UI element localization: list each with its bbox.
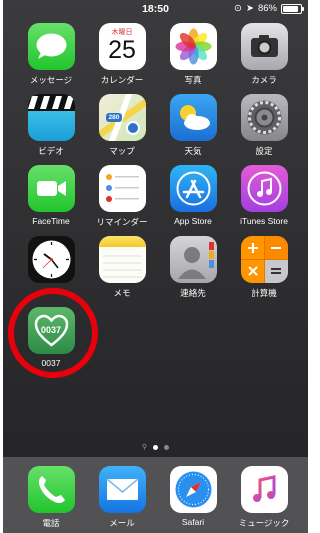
- dock-mail[interactable]: メール: [87, 466, 157, 529]
- app-photos[interactable]: 写真: [158, 23, 228, 86]
- battery-fill: [283, 5, 298, 12]
- dock-safari[interactable]: Safari: [158, 466, 228, 527]
- app-label: FaceTime: [32, 216, 70, 226]
- home-screen: 18:50 ⊙ ➤ 86% メッセージ 木曜日 25 カレンダー 写真 カメラ …: [3, 0, 308, 533]
- app-facetime[interactable]: FaceTime: [16, 165, 86, 226]
- camera-icon: [240, 23, 288, 70]
- dock-phone[interactable]: 電話: [16, 466, 86, 529]
- alarm-icon: ⊙: [234, 3, 243, 14]
- battery-percent: 86%: [257, 3, 277, 14]
- app-label: 写真: [184, 75, 202, 85]
- app-label: ビデオ: [38, 146, 64, 156]
- app-settings[interactable]: 設定: [229, 94, 299, 157]
- page-dot-active: [153, 445, 159, 450]
- status-right: ⊙ ➤ 86%: [234, 3, 304, 14]
- settings-icon: [240, 94, 288, 141]
- page-indicator[interactable]: ⚲: [3, 444, 308, 451]
- app-label: カレンダー: [100, 75, 144, 85]
- app-label: メール: [109, 518, 135, 528]
- app-label: Safari: [181, 517, 205, 527]
- phone-icon: [27, 466, 75, 513]
- highlight-circle: [8, 288, 98, 378]
- app-notes[interactable]: メモ: [87, 236, 157, 299]
- weather-icon: [169, 94, 217, 141]
- mail-icon: [98, 466, 146, 513]
- app-label: 設定: [255, 146, 273, 156]
- maps-icon: 280: [98, 94, 146, 141]
- app-label: App Store: [174, 216, 212, 226]
- app-label: iTunes Store: [240, 216, 288, 226]
- app-messages[interactable]: メッセージ: [16, 23, 86, 86]
- app-weather[interactable]: 天気: [158, 94, 228, 157]
- app-label: マップ: [109, 146, 135, 156]
- app-label: 連絡先: [180, 288, 206, 298]
- calendar-icon: 木曜日 25: [98, 23, 146, 70]
- dock: 電話 メール Safari ミュージック: [3, 457, 308, 533]
- app-itunes-store[interactable]: iTunes Store: [229, 165, 299, 226]
- app-label: メッセージ: [29, 75, 73, 85]
- app-app-store[interactable]: App Store: [158, 165, 228, 226]
- app-label: カメラ: [251, 75, 277, 85]
- app-label: メモ: [113, 288, 131, 298]
- music-icon: [240, 466, 288, 513]
- location-icon: ➤: [246, 3, 254, 14]
- calculator-icon: [240, 236, 288, 283]
- app-calculator[interactable]: 計算機: [229, 236, 299, 299]
- calendar-day: 25: [108, 36, 136, 64]
- app-label: リマインダー: [96, 217, 148, 227]
- app-label: 電話: [42, 518, 60, 528]
- app-calendar[interactable]: 木曜日 25 カレンダー: [87, 23, 157, 86]
- app-label: ミュージック: [238, 518, 290, 528]
- app-store-icon: [169, 165, 217, 212]
- messages-icon: [27, 23, 75, 70]
- maps-route-badge: 280: [105, 113, 123, 122]
- status-bar: 18:50 ⊙ ➤ 86%: [3, 0, 308, 18]
- dock-music[interactable]: ミュージック: [229, 466, 299, 529]
- page-dot: [164, 445, 170, 450]
- reminders-icon: [98, 165, 146, 212]
- photos-icon: [169, 23, 217, 70]
- facetime-icon: [27, 165, 75, 212]
- battery-icon: [281, 3, 304, 14]
- app-clock[interactable]: [16, 236, 86, 287]
- app-contacts[interactable]: 連絡先: [158, 236, 228, 299]
- safari-icon: [169, 466, 217, 513]
- app-maps[interactable]: 280 マップ: [87, 94, 157, 157]
- notes-icon: [98, 236, 146, 283]
- app-label: 天気: [184, 146, 202, 156]
- spotlight-search-icon: ⚲: [141, 444, 148, 451]
- app-reminders[interactable]: リマインダー: [87, 165, 157, 228]
- videos-icon: [27, 94, 75, 141]
- app-videos[interactable]: ビデオ: [16, 94, 86, 157]
- itunes-store-icon: [240, 165, 288, 212]
- app-label: 計算機: [251, 288, 277, 298]
- contacts-icon: [169, 236, 217, 283]
- app-camera[interactable]: カメラ: [229, 23, 299, 86]
- clock-icon: [27, 236, 75, 283]
